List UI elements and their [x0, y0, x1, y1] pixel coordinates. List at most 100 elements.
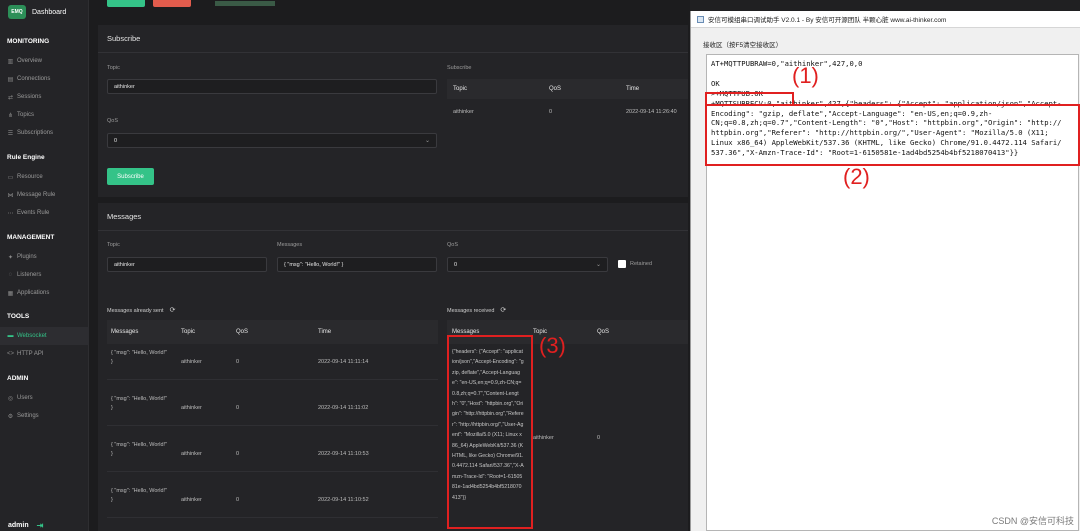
- sidebar-group: Rule Engine ▭ Resource ⋈ Message Rule ⋯ Events…: [0, 154, 89, 222]
- serial-tool-window: 安信可模组串口调试助手 V2.0.1 - By 安信可开源团队 半颗心脏 www…: [690, 11, 1080, 531]
- sent-topic: aithinker: [181, 359, 202, 365]
- messages-panel: Messages Topic aithinker Messages { "msg…: [98, 203, 688, 531]
- msg-qos-value: 0: [454, 261, 458, 268]
- annotation-box-2: [705, 104, 1080, 166]
- retained-label: Retained: [630, 261, 653, 267]
- sidebar-item[interactable]: ▥ Overview: [0, 52, 89, 70]
- top-buttons: [107, 0, 275, 7]
- msg-topic-label: Topic: [107, 242, 120, 248]
- received-title-wrap: Messages received ⟳: [447, 306, 506, 314]
- subscribe-list-title: Subscribe: [447, 65, 472, 71]
- msg-topic-input[interactable]: aithinker: [107, 257, 267, 272]
- sidebar-item[interactable]: ⋯ Events Rule: [0, 204, 89, 222]
- sidebar-item-label: Subscriptions: [17, 130, 54, 136]
- sidebar-item-label: Sessions: [17, 94, 42, 100]
- messages-title: Messages: [98, 203, 688, 231]
- sidebar-item-label: Users: [17, 395, 33, 401]
- sent-col-time: Time: [318, 329, 332, 335]
- sidebar-item[interactable]: ◎ Users: [0, 389, 89, 407]
- events-rule-icon: ⋯: [7, 210, 14, 217]
- sidebar-item[interactable]: ▬ Websocket: [0, 327, 89, 345]
- sub-qos-label: QoS: [107, 118, 119, 124]
- sent-qos: 0: [236, 359, 240, 365]
- tool-title: 安信可模组串口调试助手 V2.0.1 - By 安信可开源团队 半颗心脏 www…: [708, 17, 947, 24]
- msg-qos-select[interactable]: 0 ⌄: [447, 257, 608, 272]
- sidebar-item-label: Overview: [17, 58, 43, 64]
- sidebar-item-label: Connections: [17, 76, 51, 82]
- row-divider: [107, 379, 438, 380]
- sidebar-item-label: HTTP API: [17, 351, 44, 357]
- sent-message-line: }: [111, 405, 113, 411]
- connection-status: [215, 1, 275, 6]
- settings-icon: ⚙: [7, 413, 14, 420]
- sub-row-qos: 0: [549, 109, 553, 115]
- sidebar-item[interactable]: ⚙ Settings: [0, 407, 89, 425]
- sidebar-item[interactable]: ◌ Listeners: [0, 266, 89, 284]
- topics-icon: ⋔: [7, 112, 14, 119]
- watermark: CSDN @安信可科技: [991, 516, 1074, 526]
- subscribe-panel: Subscribe Topic aithinker QoS 0 ⌄ Subscri…: [98, 25, 688, 197]
- sidebar-item[interactable]: ⋈ Message Rule: [0, 186, 89, 204]
- sent-topic: aithinker: [181, 497, 202, 503]
- sent-message-line: }: [111, 497, 113, 503]
- sidebar-group-title: MONITORING: [7, 38, 50, 45]
- sent-message-line: }: [111, 359, 113, 365]
- main-content: Subscribe Topic aithinker QoS 0 ⌄ Subscri…: [90, 0, 690, 531]
- sidebar-item-label: Listeners: [17, 272, 42, 278]
- sidebar-group: MANAGEMENT ✦ Plugins ◌ Listeners ▦ Application…: [0, 234, 89, 302]
- chart-icon: ▥: [7, 58, 14, 65]
- sent-message-line: }: [111, 451, 113, 457]
- brand[interactable]: EMQ Dashboard: [0, 0, 88, 24]
- sidebar-item[interactable]: <> HTTP API: [0, 345, 89, 363]
- http-api-icon: <>: [7, 351, 15, 357]
- sidebar-item[interactable]: ⇄ Sessions: [0, 88, 89, 106]
- sidebar-group: TOOLS ▬ Websocket <> HTTP API: [0, 313, 89, 363]
- sent-qos: 0: [236, 497, 240, 503]
- sub-col-time: Time: [626, 86, 640, 92]
- received-topic-cell: aithinker: [533, 435, 554, 441]
- subscriptions-icon: ☰: [7, 130, 14, 137]
- sidebar-group-title: Rule Engine: [7, 154, 45, 161]
- receive-group-label: 接收区（按F5清空接收区）: [703, 42, 783, 49]
- sub-qos-value: 0: [114, 137, 118, 144]
- received-title: Messages received: [447, 308, 495, 314]
- sent-topic: aithinker: [181, 405, 202, 411]
- sidebar-item[interactable]: ☰ Subscriptions: [0, 124, 89, 142]
- logout-icon[interactable]: ⇥: [37, 521, 44, 530]
- applications-icon: ▦: [7, 290, 14, 297]
- sent-time: 2022-09-14 11:11:14: [318, 359, 369, 365]
- users-icon: ◎: [7, 395, 14, 402]
- app-root: EMQ Dashboard MONITORING ▥ Overview ▤ Connec…: [0, 0, 1080, 531]
- received-qos-cell: 0: [597, 435, 601, 441]
- sub-qos-select[interactable]: 0 ⌄: [107, 133, 437, 148]
- sidebar-item-label: Resource: [17, 174, 43, 180]
- sent-time: 2022-09-14 11:10:52: [318, 497, 369, 503]
- sidebar-item[interactable]: ▦ Applications: [0, 284, 89, 302]
- connect-button[interactable]: [107, 0, 145, 7]
- tool-title-bar[interactable]: 安信可模组串口调试助手 V2.0.1 - By 安信可开源团队 半颗心脏 www…: [691, 11, 1080, 28]
- sent-time: 2022-09-14 11:10:53: [318, 451, 369, 457]
- sub-topic-value: aithinker: [114, 83, 135, 90]
- plugins-icon: ✦: [7, 254, 14, 261]
- sidebar-item[interactable]: ⋔ Topics: [0, 106, 89, 124]
- sidebar-item[interactable]: ✦ Plugins: [0, 248, 89, 266]
- subscribe-button[interactable]: Subscribe: [107, 168, 154, 185]
- subscribe-list-header: [447, 79, 688, 99]
- recv-col-qos: QoS: [597, 329, 610, 335]
- sidebar-item[interactable]: ▭ Resource: [0, 168, 89, 186]
- sidebar-item[interactable]: ▤ Connections: [0, 70, 89, 88]
- disconnect-button[interactable]: [153, 0, 191, 7]
- sidebar-item-label: Websocket: [17, 333, 47, 339]
- sub-col-qos: QoS: [549, 86, 562, 92]
- msg-payload-input[interactable]: { "msg": "Hello, World!" }: [277, 257, 437, 272]
- refresh-sent-icon[interactable]: ⟳: [170, 307, 176, 314]
- sidebar-item-label: Applications: [17, 290, 50, 296]
- refresh-received-icon[interactable]: ⟳: [500, 307, 506, 314]
- sidebar-group-title: ADMIN: [7, 375, 29, 382]
- sent-message-line: { "msg": "Hello, World!": [111, 442, 168, 448]
- sub-topic-input[interactable]: aithinker: [107, 79, 437, 94]
- sidebar-footer: admin ⇥: [0, 519, 89, 531]
- desktop-background: [690, 0, 1080, 11]
- user-name[interactable]: admin: [8, 522, 29, 529]
- retained-checkbox[interactable]: [618, 260, 626, 268]
